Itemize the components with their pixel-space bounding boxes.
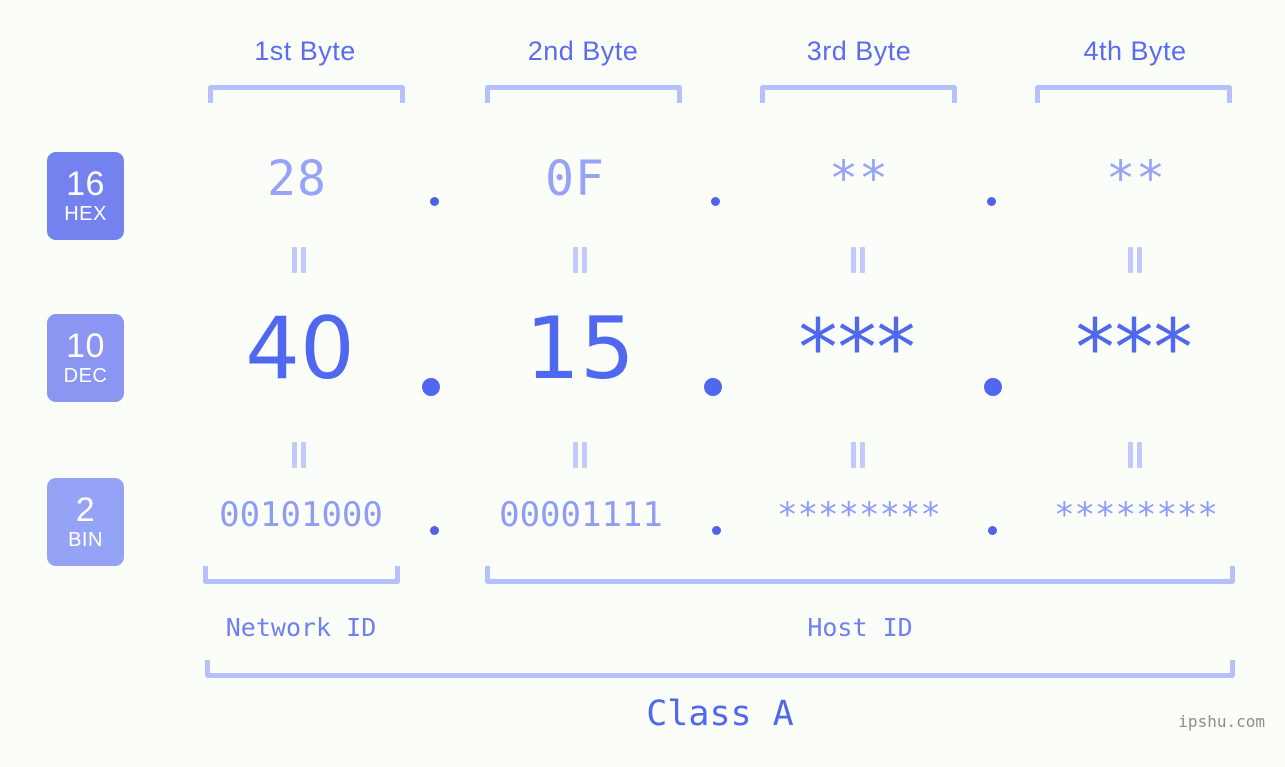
dec-byte-2: 15 — [525, 299, 635, 399]
hex-byte-1: 28 — [267, 151, 327, 207]
bin-byte-1: 00101000 — [219, 495, 383, 535]
bin-byte-4: ******** — [1054, 495, 1218, 535]
bin-byte-3: ******** — [777, 495, 941, 535]
host-id-label: Host ID — [807, 613, 913, 642]
base-badge-dec-abbr: DEC — [63, 365, 108, 387]
site-watermark: ipshu.com — [1178, 712, 1265, 731]
hex-separator-dot-2 — [711, 197, 720, 206]
hex-separator-dot-1 — [430, 197, 439, 206]
base-badge-dec-number: 10 — [66, 327, 105, 365]
host-id-bracket — [485, 566, 1235, 584]
equals-connector-dec-bin-3 — [848, 442, 868, 468]
bin-separator-dot-1 — [430, 526, 439, 535]
base-badge-hex-number: 16 — [66, 165, 105, 203]
hex-byte-4: ** — [1106, 151, 1166, 207]
equals-connector-dec-bin-2 — [570, 442, 590, 468]
dec-byte-3: *** — [798, 304, 916, 394]
base-badge-dec: 10 DEC — [47, 314, 124, 402]
base-badge-hex: 16 HEX — [47, 152, 124, 240]
network-id-bracket — [203, 566, 400, 584]
base-badge-bin-number: 2 — [75, 491, 96, 529]
hex-byte-2: 0F — [545, 151, 605, 207]
equals-connector-hex-dec-2 — [570, 247, 590, 273]
hex-separator-dot-3 — [987, 197, 996, 206]
equals-connector-hex-dec-1 — [289, 247, 309, 273]
ip-address-breakdown-diagram: 1st Byte 2nd Byte 3rd Byte 4th Byte 16 H… — [0, 0, 1285, 767]
equals-connector-hex-dec-3 — [848, 247, 868, 273]
dec-separator-dot-3 — [984, 378, 1002, 396]
equals-connector-dec-bin-1 — [289, 442, 309, 468]
byte-bracket-3 — [760, 85, 957, 103]
dec-separator-dot-1 — [422, 378, 440, 396]
byte-header-1: 1st Byte — [254, 36, 356, 66]
byte-header-4: 4th Byte — [1083, 36, 1187, 66]
class-bracket — [205, 660, 1235, 678]
byte-header-3: 3rd Byte — [806, 36, 912, 66]
equals-connector-dec-bin-4 — [1125, 442, 1145, 468]
network-id-label: Network ID — [225, 613, 377, 642]
base-badge-hex-abbr: HEX — [64, 203, 107, 225]
dec-separator-dot-2 — [704, 378, 722, 396]
hex-byte-3: ** — [829, 151, 889, 207]
dec-byte-4: *** — [1075, 304, 1193, 394]
class-label: Class A — [646, 694, 794, 734]
bin-separator-dot-2 — [712, 526, 721, 535]
byte-bracket-2 — [485, 85, 682, 103]
bin-separator-dot-3 — [988, 526, 997, 535]
byte-header-2: 2nd Byte — [527, 36, 639, 66]
byte-bracket-4 — [1035, 85, 1232, 103]
base-badge-bin: 2 BIN — [47, 478, 124, 566]
equals-connector-hex-dec-4 — [1125, 247, 1145, 273]
base-badge-bin-abbr: BIN — [68, 529, 103, 551]
dec-byte-1: 40 — [245, 299, 355, 399]
bin-byte-2: 00001111 — [499, 495, 663, 535]
byte-bracket-1 — [208, 85, 405, 103]
